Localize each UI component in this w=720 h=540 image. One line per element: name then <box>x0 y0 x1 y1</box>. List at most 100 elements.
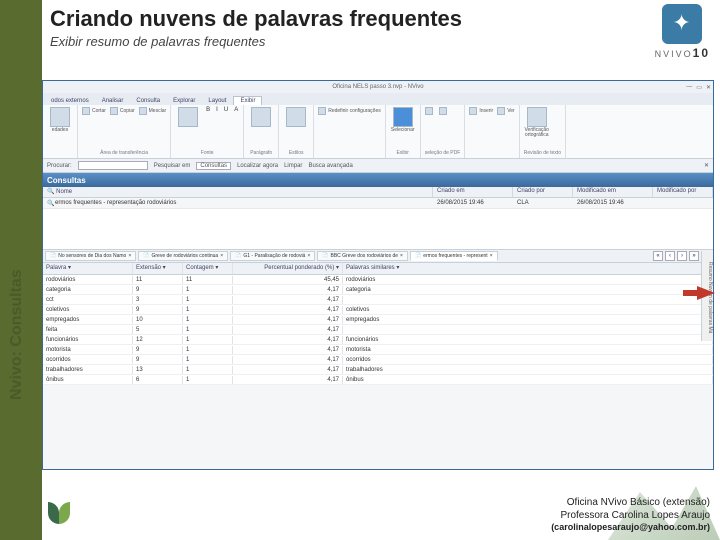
footer-line1: Oficina NVivo Básico (extensão) <box>551 496 710 509</box>
search-scope-button[interactable]: Consultas <box>196 162 231 170</box>
slide-side-label: Nvivo: Consultas <box>8 269 26 400</box>
word-column-header[interactable]: Palavras similares ▾ <box>343 263 713 274</box>
format-i-button[interactable]: I <box>216 107 218 113</box>
column-header[interactable]: Modificado por <box>653 187 713 197</box>
cortar-button[interactable]: Cortar <box>82 107 106 115</box>
maximize-icon[interactable]: ▭ <box>696 84 702 91</box>
column-header[interactable]: 🔍 Nome <box>43 187 433 197</box>
slide-title: Criando nuvens de palavras frequentes <box>50 6 710 32</box>
window-titlebar: Oficina NELS passo 3.nvp - NVivo — ▭ ✕ <box>43 81 713 93</box>
estilos-button[interactable] <box>283 107 309 128</box>
word-row[interactable]: empregados1014,17empregados <box>43 315 713 325</box>
mesclar-button[interactable]: Mesclar <box>139 107 167 115</box>
word-column-header[interactable]: Extensão ▾ <box>133 263 183 274</box>
close-tab-icon[interactable]: × <box>400 253 403 259</box>
redefinir-button[interactable]: Redefinir configurações <box>318 107 381 115</box>
column-header[interactable]: Modificado em <box>573 187 653 197</box>
word-row[interactable]: categoria914,17categoria <box>43 285 713 295</box>
column-header[interactable]: Criado em <box>433 187 513 197</box>
nvivo-logo-icon <box>662 4 702 44</box>
inserir-button[interactable]: Inserir <box>469 107 493 115</box>
footer-line2: Professora Carolina Lopes Araujo <box>551 509 710 522</box>
queries-columns: 🔍 NomeCriado emCriado porModificado emMo… <box>43 187 713 198</box>
advanced-button[interactable]: Busca avançada <box>308 163 352 169</box>
word-row[interactable]: coletivos914,17coletivos <box>43 305 713 315</box>
leaf-icon <box>48 502 70 532</box>
query-creator: CLA <box>513 200 573 206</box>
tab-sensores[interactable]: 📄No sensores de Dia dos Namo× <box>45 251 136 261</box>
clear-button[interactable]: Limpar <box>284 163 302 169</box>
slide-footer: Oficina NVivo Básico (extensão) Professo… <box>551 496 710 534</box>
minimize-icon[interactable]: — <box>686 84 692 91</box>
format-b-button[interactable]: B <box>206 107 210 113</box>
format-a-button[interactable]: A <box>234 107 238 113</box>
query-row[interactable]: 🔍 ermos frequentes - representação rodov… <box>43 198 713 209</box>
tab-nav-button[interactable]: » <box>689 251 699 261</box>
close-icon[interactable]: ✕ <box>706 84 711 91</box>
ribbon-tab-analisar[interactable]: Analisar <box>96 97 130 105</box>
fonte-dropdown-button[interactable] <box>175 107 201 128</box>
tab-nav-button[interactable]: › <box>677 251 687 261</box>
word-row[interactable]: funcionários1214,17funcionários <box>43 335 713 345</box>
word-row[interactable]: rodoviários111145,45rodoviários <box>43 275 713 285</box>
search-bar: Procurar: Pesquisar em Consultas Localiz… <box>43 159 713 173</box>
ver-button[interactable]: Ver <box>497 107 515 115</box>
paragrafo-button[interactable] <box>248 107 274 128</box>
word-row[interactable]: ônibus614,17ônibus <box>43 375 713 385</box>
word-row[interactable]: motorista914,17motorista <box>43 345 713 355</box>
word-row[interactable]: trabalhadores1314,17trabalhadores <box>43 365 713 375</box>
footer-line3: (carolinalopesaraujo@yahoo.com.br) <box>551 522 710 534</box>
window-title: Oficina NELS passo 3.nvp - NVivo <box>332 84 423 90</box>
abc-button[interactable]: Verificação ortográfica <box>524 107 550 138</box>
word-row[interactable]: feita514,17 <box>43 325 713 335</box>
tab-nav-button[interactable]: ‹ <box>665 251 675 261</box>
word-frequency-table: Palavra ▾Extensão ▾Contagem ▾Percentual … <box>43 263 713 385</box>
ribbon-tab-exibir[interactable]: Exibir <box>233 96 262 105</box>
query-name: ermos frequentes - representação rodoviá… <box>51 200 433 206</box>
search-in-label: Pesquisar em <box>154 163 191 169</box>
slide-subtitle: Exibir resumo de palavras frequentes <box>50 34 710 49</box>
column-header[interactable]: Criado por <box>513 187 573 197</box>
consultas-panel-title: Consultas <box>43 173 713 187</box>
word-column-header[interactable]: Contagem ▾ <box>183 263 233 274</box>
pdf1-button[interactable] <box>425 107 435 115</box>
query-modified: 26/08/2015 19:46 <box>573 200 653 206</box>
nvivo-logo-text: NVIVO10 <box>655 46 710 60</box>
find-now-button[interactable]: Localizar agora <box>237 163 278 169</box>
copiar-button[interactable]: Copiar <box>110 107 135 115</box>
tab-ermos[interactable]: 📄ermos frequentes - represent× <box>410 251 498 261</box>
close-tab-icon[interactable]: × <box>128 253 131 259</box>
queries-empty-area <box>43 209 713 249</box>
nvivo-window: Oficina NELS passo 3.nvp - NVivo — ▭ ✕ o… <box>42 80 714 470</box>
word-table-header: Palavra ▾Extensão ▾Contagem ▾Percentual … <box>43 263 713 275</box>
tab-greve[interactable]: 📄Greve de rodoviários continua× <box>138 251 228 261</box>
callout-arrow-head <box>697 286 715 300</box>
propriedades-button[interactable]: edades <box>47 107 73 133</box>
ribbon-tab-consulta[interactable]: Consulta <box>130 97 166 105</box>
close-tab-icon[interactable]: × <box>220 253 223 259</box>
nvivo-logo: NVIVO10 <box>655 4 710 60</box>
close-searchbar-icon[interactable]: ✕ <box>704 162 709 169</box>
search-input[interactable] <box>78 161 148 170</box>
tab-nav-button[interactable]: « <box>653 251 663 261</box>
ribbon: edadesCortarCopiarMesclarÁrea de transfe… <box>43 105 713 159</box>
ribbon-tab-layout[interactable]: Layout <box>202 97 232 105</box>
ribbon-tabs: odos externosAnalisarConsultaExplorarLay… <box>43 93 713 105</box>
ribbon-tab-odos externos[interactable]: odos externos <box>45 97 95 105</box>
selecionar-button[interactable]: Selecionar <box>390 107 416 133</box>
close-tab-icon[interactable]: × <box>307 253 310 259</box>
word-row[interactable]: ocorridos914,17ocorridos <box>43 355 713 365</box>
close-tab-icon[interactable]: × <box>490 253 493 259</box>
slide-header: Criando nuvens de palavras frequentes Ex… <box>50 6 710 49</box>
word-column-header[interactable]: Palavra ▾ <box>43 263 133 274</box>
ribbon-tab-explorar[interactable]: Explorar <box>167 97 201 105</box>
word-row[interactable]: cct314,17 <box>43 295 713 305</box>
tab-g1[interactable]: 📄G1 - Paralisação de rodoviá× <box>230 251 315 261</box>
word-column-header[interactable]: Percentual ponderado (%) ▾ <box>233 263 343 274</box>
document-tabs: 📄No sensores de Dia dos Namo×📄Greve de r… <box>43 249 713 263</box>
pdf2-button[interactable] <box>439 107 449 115</box>
format-u-button[interactable]: U <box>224 107 228 113</box>
search-label: Procurar: <box>47 163 72 169</box>
query-created: 26/08/2015 19:46 <box>433 200 513 206</box>
tab-bbc[interactable]: 📄BBC Greve dos rodoviários de× <box>317 251 408 261</box>
